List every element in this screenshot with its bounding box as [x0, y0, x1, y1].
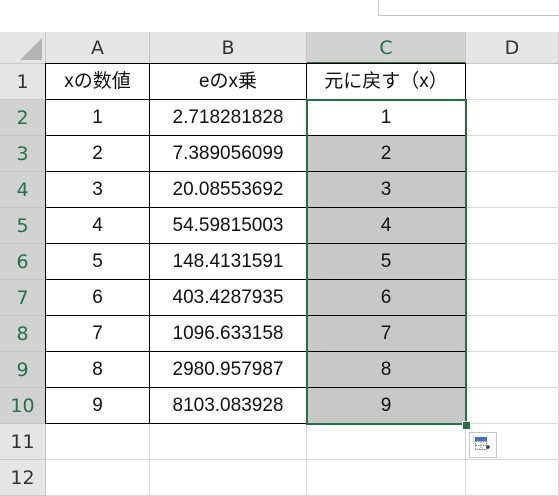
cell-a7[interactable]: 6: [46, 280, 150, 316]
row-header-12[interactable]: 12: [0, 460, 46, 496]
formula-bar-input[interactable]: [378, 0, 559, 16]
cell-b11[interactable]: [150, 424, 307, 460]
column-header-b[interactable]: B: [150, 32, 307, 64]
cell-d1[interactable]: [466, 64, 559, 100]
quick-analysis-button[interactable]: [469, 432, 497, 458]
cell-d5[interactable]: [466, 208, 559, 244]
cell-a11[interactable]: [46, 424, 150, 460]
cell-c2[interactable]: 1: [307, 100, 466, 136]
cell-c4[interactable]: 3: [307, 172, 466, 208]
row-header-2[interactable]: 2: [0, 100, 46, 136]
cell-a1[interactable]: xの数値: [46, 64, 150, 100]
cell-c7[interactable]: 6: [307, 280, 466, 316]
cell-c12[interactable]: [307, 460, 466, 496]
cell-c9[interactable]: 8: [307, 352, 466, 388]
row-header-7[interactable]: 7: [0, 280, 46, 316]
formula-bar-area: [0, 0, 559, 32]
select-all-button[interactable]: [0, 32, 46, 64]
cell-c11[interactable]: [307, 424, 466, 460]
cell-b12[interactable]: [150, 460, 307, 496]
column-header-a[interactable]: A: [46, 32, 150, 64]
cell-a9[interactable]: 8: [46, 352, 150, 388]
cell-d2[interactable]: [466, 100, 559, 136]
quick-analysis-icon: [475, 437, 490, 450]
column-header-d[interactable]: D: [466, 32, 559, 64]
cell-c3[interactable]: 2: [307, 136, 466, 172]
cell-a8[interactable]: 7: [46, 316, 150, 352]
cell-d7[interactable]: [466, 280, 559, 316]
cell-d3[interactable]: [466, 136, 559, 172]
row-header-3[interactable]: 3: [0, 136, 46, 172]
cell-a6[interactable]: 5: [46, 244, 150, 280]
cell-b1[interactable]: eのx乗: [150, 64, 307, 100]
cell-c10[interactable]: 9: [307, 388, 466, 424]
cell-b3[interactable]: 7.389056099: [150, 136, 307, 172]
fill-handle[interactable]: [462, 421, 471, 430]
row-header-8[interactable]: 8: [0, 316, 46, 352]
cell-b5[interactable]: 54.59815003: [150, 208, 307, 244]
cell-d6[interactable]: [466, 244, 559, 280]
cell-b8[interactable]: 1096.633158: [150, 316, 307, 352]
cell-d9[interactable]: [466, 352, 559, 388]
row-header-1[interactable]: 1: [0, 64, 46, 100]
cell-b2[interactable]: 2.718281828: [150, 100, 307, 136]
cell-a4[interactable]: 3: [46, 172, 150, 208]
select-all-triangle-icon: [20, 38, 42, 60]
row-header-10[interactable]: 10: [0, 388, 46, 424]
cell-d4[interactable]: [466, 172, 559, 208]
row-header-11[interactable]: 11: [0, 424, 46, 460]
cell-a10[interactable]: 9: [46, 388, 150, 424]
row-header-5[interactable]: 5: [0, 208, 46, 244]
cell-c5[interactable]: 4: [307, 208, 466, 244]
row-header-6[interactable]: 6: [0, 244, 46, 280]
cell-d8[interactable]: [466, 316, 559, 352]
cell-c6[interactable]: 5: [307, 244, 466, 280]
cell-a2[interactable]: 1: [46, 100, 150, 136]
cell-b6[interactable]: 148.4131591: [150, 244, 307, 280]
row-header-9[interactable]: 9: [0, 352, 46, 388]
cell-d10[interactable]: [466, 388, 559, 424]
cell-b10[interactable]: 8103.083928: [150, 388, 307, 424]
cell-c8[interactable]: 7: [307, 316, 466, 352]
cell-a12[interactable]: [46, 460, 150, 496]
row-header-4[interactable]: 4: [0, 172, 46, 208]
cell-a3[interactable]: 2: [46, 136, 150, 172]
cell-b9[interactable]: 2980.957987: [150, 352, 307, 388]
cell-d12[interactable]: [466, 460, 559, 496]
column-header-c[interactable]: C: [307, 32, 466, 64]
cell-b4[interactable]: 20.08553692: [150, 172, 307, 208]
cell-c1[interactable]: 元に戻す（x）: [307, 64, 466, 100]
cell-b7[interactable]: 403.4287935: [150, 280, 307, 316]
cell-a5[interactable]: 4: [46, 208, 150, 244]
